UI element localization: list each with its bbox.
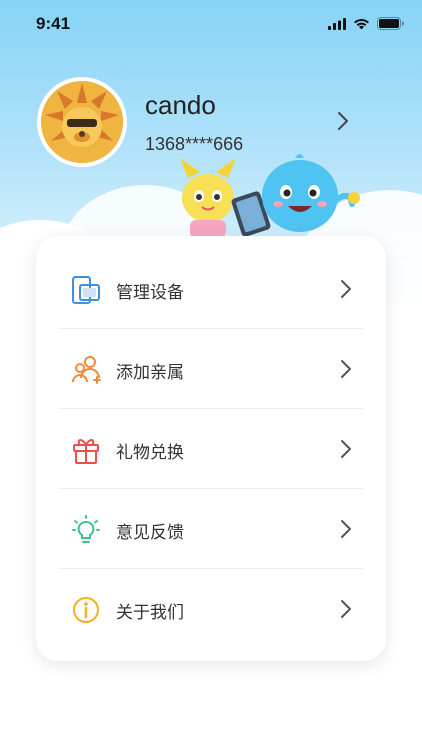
menu-card: 管理设备 添加亲属 礼物兑换 意见反馈 关于我们 (36, 236, 386, 661)
chevron-right-icon (341, 520, 351, 538)
divider (58, 328, 364, 329)
chevron-right-icon (341, 600, 351, 618)
chevron-right-icon (341, 440, 351, 458)
divider (58, 408, 364, 409)
lightbulb-icon (72, 515, 100, 543)
device-icon (72, 276, 100, 304)
menu-item-label: 关于我们 (116, 602, 184, 623)
menu-item-about-us[interactable]: 关于我们 (58, 570, 364, 650)
signal-icon (328, 17, 346, 30)
menu-item-add-relative[interactable]: 添加亲属 (58, 330, 364, 410)
mascots-illustration (180, 154, 360, 238)
divider (58, 568, 364, 569)
status-time: 9:41 (36, 14, 71, 33)
chevron-right-icon (341, 360, 351, 378)
yellow-mascot (180, 158, 236, 238)
menu-item-label: 意见反馈 (116, 522, 184, 543)
avatar[interactable] (37, 77, 127, 167)
menu-item-label: 礼物兑换 (116, 442, 184, 463)
battery-icon (377, 17, 404, 30)
divider (58, 488, 364, 489)
gift-icon (73, 439, 99, 464)
info-icon (73, 597, 99, 623)
family-icon (72, 356, 101, 384)
menu-item-feedback[interactable]: 意见反馈 (58, 490, 364, 570)
chevron-right-icon (341, 280, 351, 298)
menu-item-label: 添加亲属 (116, 362, 184, 383)
profile-chevron-icon[interactable] (336, 110, 350, 132)
menu-item-gift-exchange[interactable]: 礼物兑换 (58, 410, 364, 490)
status-bar: 9:41 (0, 0, 422, 50)
blue-mascot (262, 154, 360, 232)
username: cando (145, 90, 216, 120)
wifi-icon (354, 18, 369, 29)
menu-item-manage-devices[interactable]: 管理设备 (58, 250, 364, 330)
lion-avatar-icon (41, 81, 123, 163)
menu-item-label: 管理设备 (116, 282, 184, 303)
